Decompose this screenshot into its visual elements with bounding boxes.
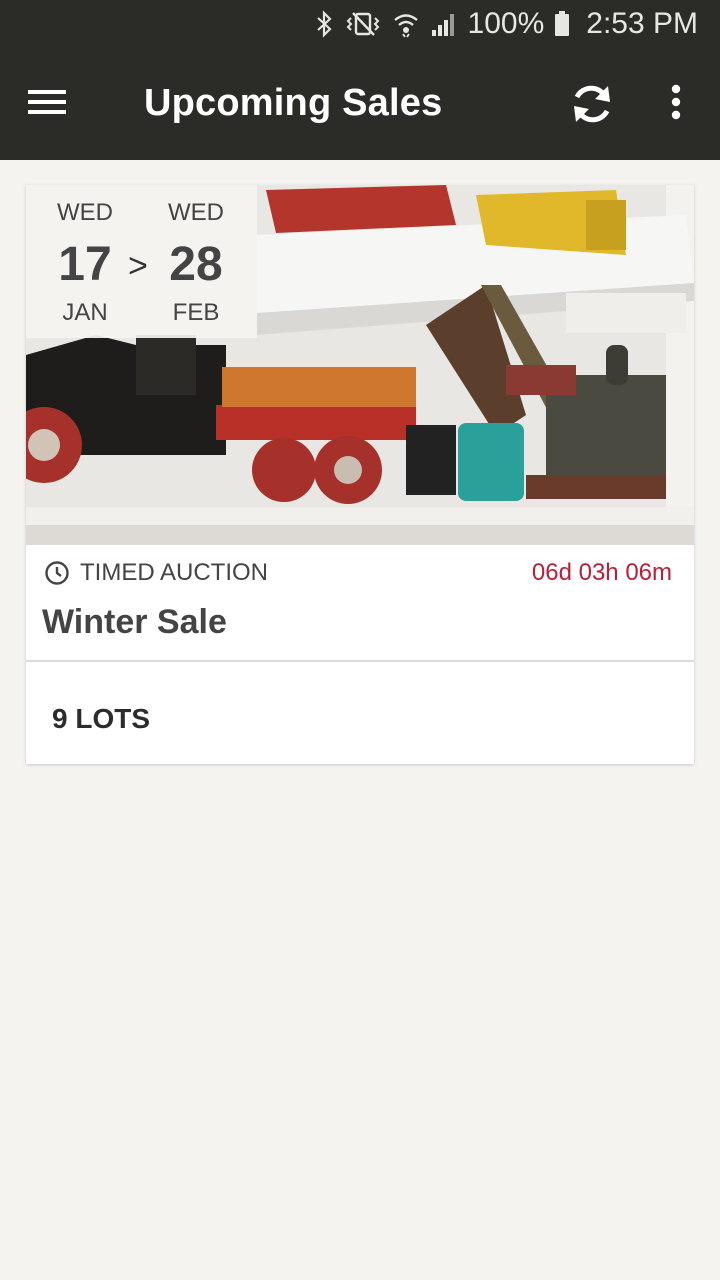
more-options-button[interactable] xyxy=(656,78,696,130)
sale-type: TIMED AUCTION xyxy=(44,559,268,587)
end-weekday: WED xyxy=(168,199,224,226)
end-month: FEB xyxy=(172,299,220,326)
menu-button[interactable] xyxy=(22,78,74,130)
sale-type-label: TIMED AUCTION xyxy=(80,559,269,586)
sale-details: TIMED AUCTION 06d 03h 06m Winter Sale xyxy=(26,545,694,661)
start-month: JAN xyxy=(62,299,108,326)
lots-count[interactable]: 9 LOTS xyxy=(52,703,150,735)
vibrate-icon xyxy=(344,10,382,38)
bluetooth-icon xyxy=(316,10,334,38)
refresh-button[interactable] xyxy=(562,76,622,136)
status-time: 2:53 PM xyxy=(586,7,698,40)
status-bar: 100% 2:53 PM xyxy=(0,0,720,48)
start-day: 17 xyxy=(58,238,112,291)
date-range: WED 17 JAN > WED 28 FEB xyxy=(26,185,257,338)
countdown-timer: 06d 03h 06m xyxy=(531,559,672,586)
menu-icon xyxy=(28,88,68,121)
clock-icon xyxy=(44,560,70,586)
card-divider xyxy=(26,660,694,662)
wifi-icon xyxy=(392,10,420,38)
sale-image: WED 17 JAN > WED 28 FEB xyxy=(26,185,694,545)
battery-percent: 100% xyxy=(467,7,545,40)
sale-title: Winter Sale xyxy=(42,603,227,641)
more-vert-icon xyxy=(670,84,682,125)
sale-card[interactable]: WED 17 JAN > WED 28 FEB TIMED AUCTION 06… xyxy=(26,185,694,764)
end-day: 28 xyxy=(169,238,223,291)
page-title: Upcoming Sales xyxy=(144,82,443,124)
app-bar: Upcoming Sales xyxy=(0,48,720,160)
refresh-icon xyxy=(568,80,616,133)
battery-icon xyxy=(554,10,570,38)
start-weekday: WED xyxy=(57,199,113,226)
date-separator: > xyxy=(128,247,148,285)
signal-icon xyxy=(430,10,458,38)
